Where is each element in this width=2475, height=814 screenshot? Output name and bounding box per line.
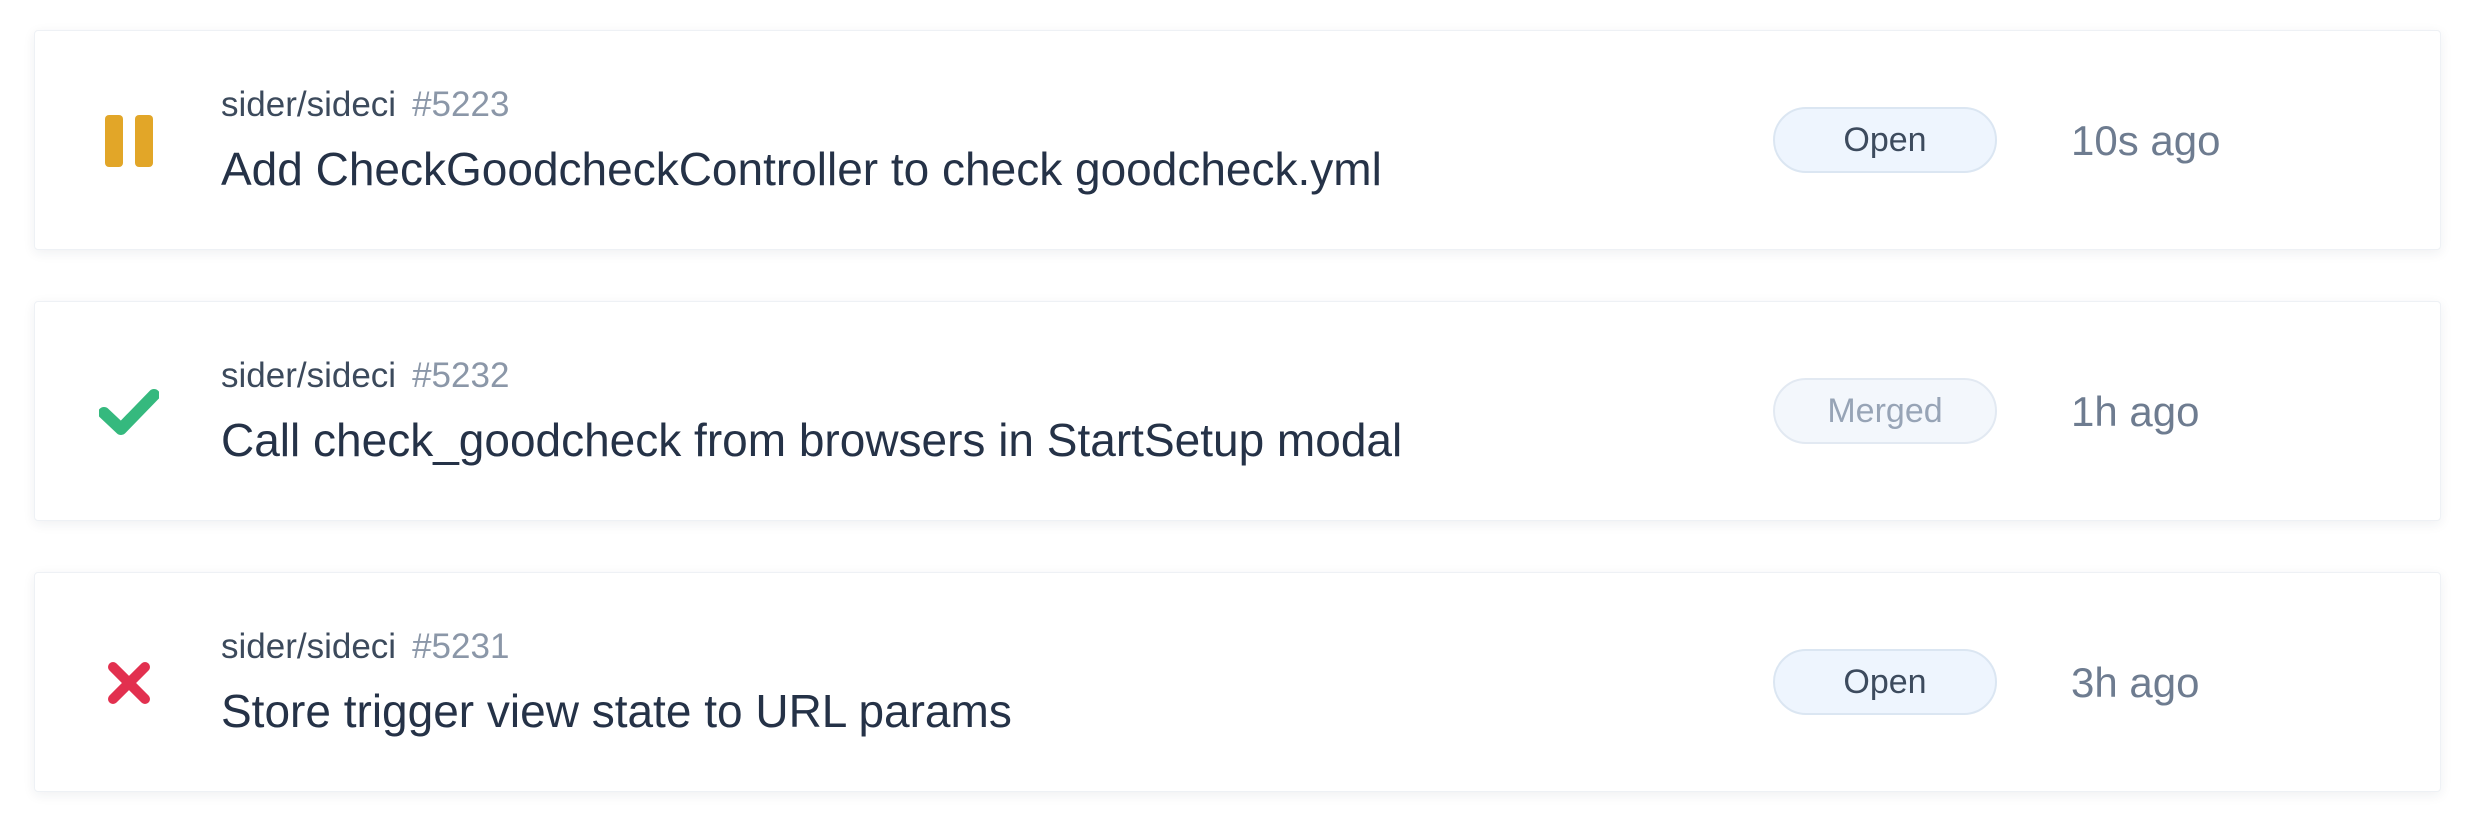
pr-number[interactable]: #5231 [412,627,509,666]
timestamp: 1h ago [2071,388,2200,435]
repo-name[interactable]: sider/sideci [221,627,396,666]
repo-name[interactable]: sider/sideci [221,356,396,395]
check-icon [97,380,161,444]
timestamp: 3h ago [2071,659,2200,706]
state-badge: Open [1773,107,1997,173]
pr-number[interactable]: #5232 [412,356,509,395]
timestamp: 10s ago [2071,117,2221,164]
pull-request-card[interactable]: sider/sideci #5232 Call check_goodcheck f… [34,301,2441,521]
pr-title[interactable]: Call check_goodcheck from browsers in St… [221,410,1402,470]
repo-name[interactable]: sider/sideci [221,85,396,124]
pr-number[interactable]: #5223 [412,85,509,124]
cross-icon [97,651,161,715]
repo-line: sider/sideci #5231 [221,625,509,669]
state-badge: Merged [1773,378,1997,444]
pull-request-card[interactable]: sider/sideci #5223 Add CheckGoodcheckCont… [34,30,2441,250]
state-badge: Open [1773,649,1997,715]
pull-request-list: sider/sideci #5223 Add CheckGoodcheckCont… [0,0,2475,814]
repo-line: sider/sideci #5232 [221,354,509,398]
pr-title[interactable]: Add CheckGoodcheckController to check go… [221,139,1382,199]
repo-line: sider/sideci #5223 [221,83,509,127]
pr-title[interactable]: Store trigger view state to URL params [221,681,1012,741]
pull-request-card[interactable]: sider/sideci #5231 Store trigger view sta… [34,572,2441,792]
pause-icon [97,109,161,173]
